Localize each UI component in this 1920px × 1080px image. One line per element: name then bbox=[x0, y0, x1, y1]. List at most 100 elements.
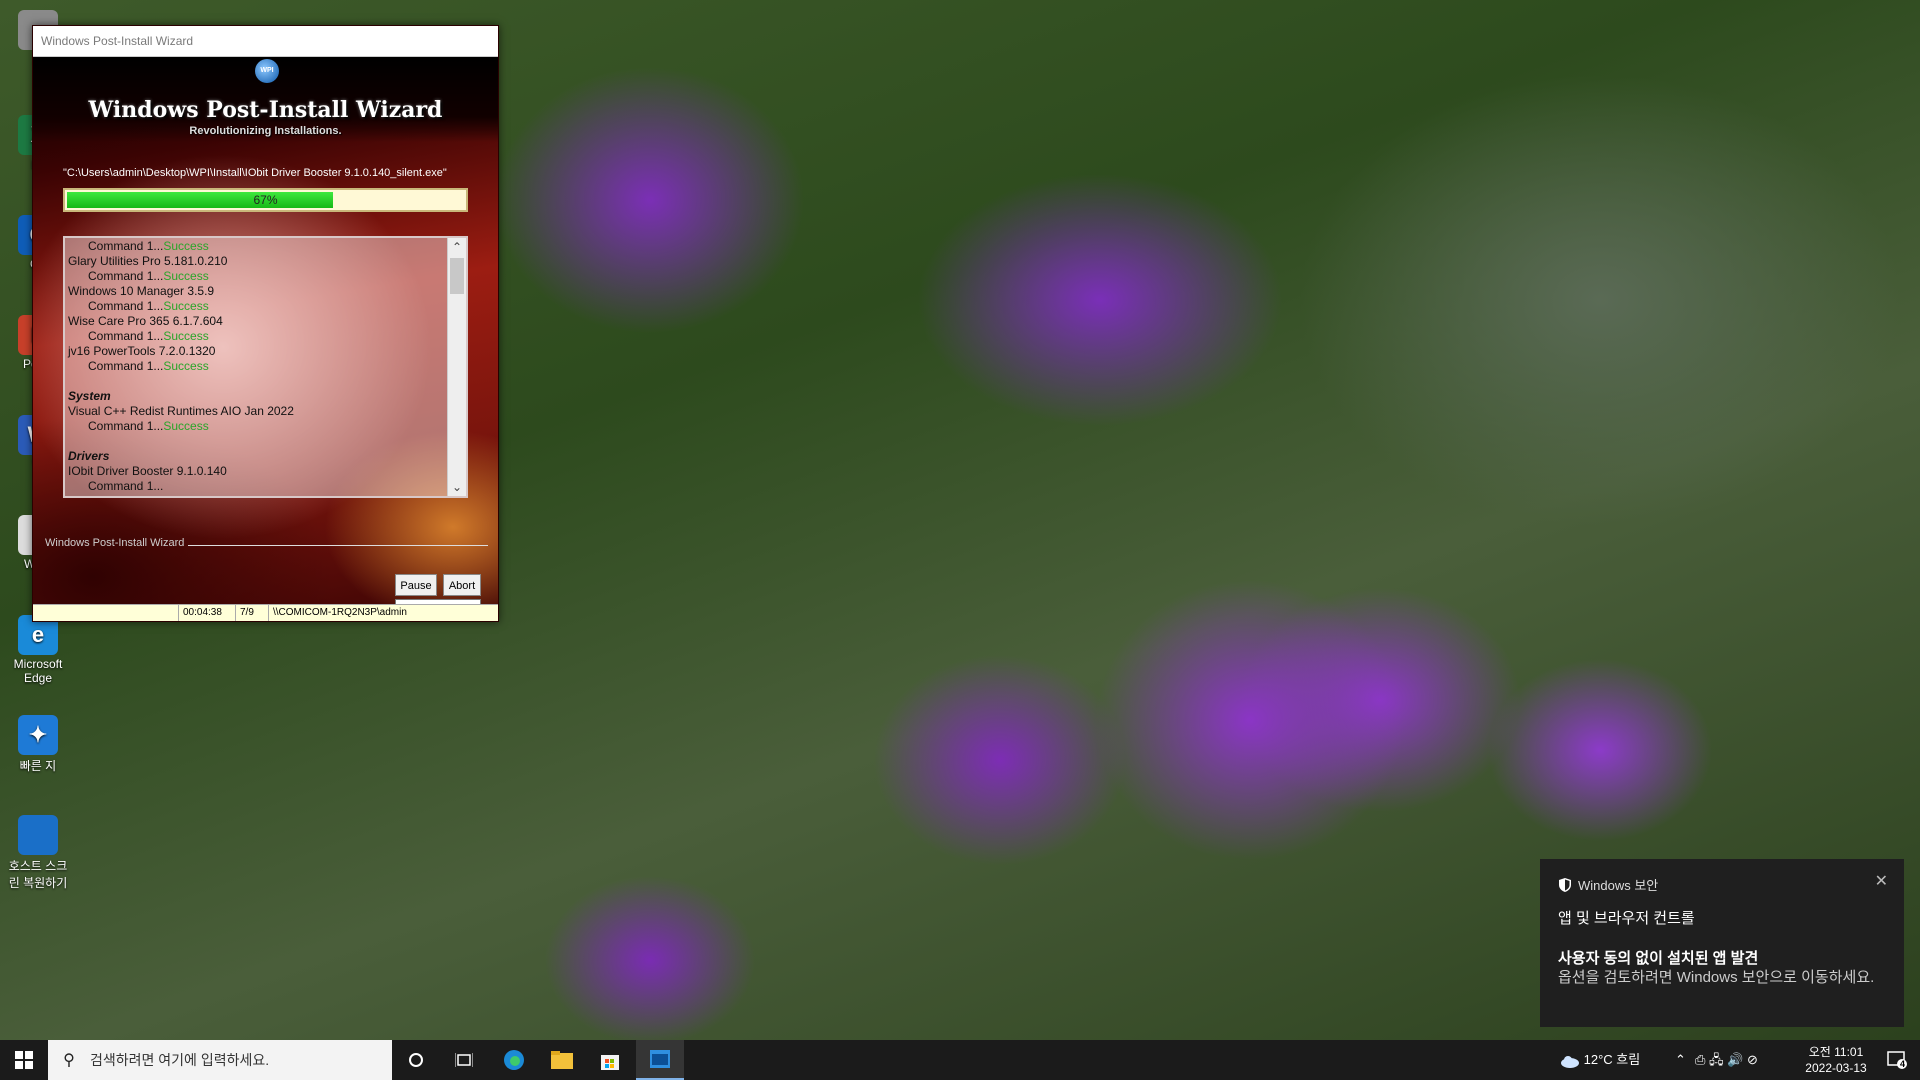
search-box[interactable]: ⚲ 검색하려면 여기에 입력하세요. bbox=[48, 1040, 392, 1080]
log-text: Command 1... bbox=[88, 329, 164, 343]
security-toast[interactable]: Windows 보안 ✕ 앱 및 브라우저 컨트롤 사용자 동의 없이 설치된 … bbox=[1540, 859, 1904, 1027]
taskbar: ⚲ 검색하려면 여기에 입력하세요. 12°C 흐림 ⌃ ⎙ 🖧 🔊 ⊘ 오전 … bbox=[0, 1040, 1920, 1080]
toast-header: Windows 보안 bbox=[1558, 875, 1658, 894]
toast-heading: 앱 및 브라우저 컨트롤 bbox=[1558, 910, 1695, 927]
cortana-button[interactable] bbox=[392, 1040, 440, 1080]
log-text: Command 1... bbox=[88, 419, 164, 433]
scroll-up-icon[interactable]: ⌃ bbox=[448, 238, 466, 256]
desktop-app-icon bbox=[18, 815, 58, 855]
install-log[interactable]: Command 1...Success Glary Utilities Pro 5… bbox=[63, 236, 468, 498]
taskbar-store[interactable] bbox=[586, 1040, 634, 1080]
wpi-app-icon bbox=[650, 1050, 670, 1068]
install-count: 7/9 bbox=[235, 605, 268, 621]
desktop-icon-label: 호스트 스크린 복원하기 bbox=[8, 859, 68, 890]
taskbar-wpi[interactable] bbox=[636, 1040, 684, 1080]
separator-line bbox=[188, 545, 488, 546]
log-line: IObit Driver Booster 9.1.0.140 bbox=[68, 464, 446, 479]
log-line: Command 1...Success bbox=[68, 269, 446, 284]
edge-icon bbox=[504, 1050, 524, 1070]
log-text: jv16 PowerTools 7.2.0.1320 bbox=[68, 344, 216, 358]
log-line: Windows 10 Manager 3.5.9 bbox=[68, 284, 446, 299]
elapsed-time: 00:04:38 bbox=[178, 605, 235, 621]
notification-count: 4 bbox=[1899, 1059, 1905, 1069]
log-line: Command 1...Success bbox=[68, 329, 446, 344]
log-scrollbar[interactable]: ⌃ ⌄ bbox=[447, 238, 466, 496]
log-status: Success bbox=[163, 239, 209, 253]
wpi-logo-icon: WPI bbox=[255, 59, 279, 83]
abort-button[interactable]: Abort bbox=[443, 574, 481, 596]
log-text: System bbox=[68, 389, 111, 403]
action-center-button[interactable]: 4 bbox=[1880, 1040, 1914, 1080]
taskbar-edge[interactable] bbox=[490, 1040, 538, 1080]
clock[interactable]: 오전 11:01 2022-03-13 bbox=[1796, 1044, 1876, 1076]
logo-title: Windows Post-Install Wizard bbox=[88, 97, 443, 123]
window-title[interactable]: Windows Post-Install Wizard bbox=[33, 26, 498, 57]
log-status: Success bbox=[163, 299, 209, 313]
scroll-thumb[interactable] bbox=[450, 258, 464, 294]
close-icon[interactable]: ✕ bbox=[1875, 871, 1888, 891]
status-bar: 00:04:38 7/9 \\COMICOM-1RQ2N3P\admin bbox=[33, 604, 498, 621]
device-icon: ⎙ bbox=[1695, 1052, 1706, 1067]
log-line: Command 1... bbox=[68, 479, 446, 494]
log-text: Glary Utilities Pro 5.181.0.210 bbox=[68, 254, 228, 268]
log-category: Drivers bbox=[68, 449, 446, 464]
clock-time: 오전 11:01 bbox=[1808, 1045, 1864, 1059]
user-name: \\COMICOM-1RQ2N3P\admin bbox=[268, 605, 473, 621]
task-view-icon bbox=[455, 1053, 473, 1067]
shield-icon bbox=[1559, 877, 1571, 892]
toast-app-name: Windows 보안 bbox=[1578, 878, 1659, 893]
log-text: Command 1... bbox=[88, 479, 164, 493]
logo-subtitle: Revolutionizing Installations. bbox=[189, 125, 342, 137]
tray-icons[interactable]: ⎙ 🖧 🔊 ⊘ bbox=[1695, 1040, 1758, 1080]
task-view-button[interactable] bbox=[440, 1040, 488, 1080]
network-icon[interactable]: 🖧 bbox=[1709, 1052, 1724, 1067]
log-status: Success bbox=[163, 419, 209, 433]
log-text: Drivers bbox=[68, 449, 110, 463]
desktop-app-icon: ✦ bbox=[18, 715, 58, 755]
show-hidden-icons[interactable]: ⌃ bbox=[1675, 1040, 1686, 1080]
cortana-icon bbox=[409, 1053, 423, 1067]
toast-body: 옵션을 검토하려면 Windows 보안으로 이동하세요. bbox=[1558, 969, 1875, 986]
log-text: Windows 10 Manager 3.5.9 bbox=[68, 284, 215, 298]
log-line: Command 1...Success bbox=[68, 239, 446, 254]
security-status-icon[interactable]: ⊘ bbox=[1747, 1052, 1758, 1067]
weather-widget[interactable]: 12°C 흐림 bbox=[1560, 1040, 1640, 1080]
log-text: Command 1... bbox=[88, 269, 164, 283]
desktop-icon[interactable]: e Microsoft Edge bbox=[8, 615, 68, 685]
weather-text: 12°C 흐림 bbox=[1583, 1052, 1641, 1067]
log-text: IObit Driver Booster 9.1.0.140 bbox=[68, 464, 227, 478]
separator-label: Windows Post-Install Wizard bbox=[45, 537, 185, 549]
search-icon: ⚲ bbox=[63, 1052, 75, 1069]
cloud-icon bbox=[1561, 1055, 1579, 1068]
log-line: jv16 PowerTools 7.2.0.1320 bbox=[68, 344, 446, 359]
log-text: Command 1... bbox=[88, 359, 164, 373]
logo: WPI Windows Post-Install Wizard Revoluti… bbox=[33, 57, 498, 142]
desktop-icon-label: Microsoft Edge bbox=[13, 657, 63, 685]
log-status: Success bbox=[163, 269, 209, 283]
log-text: Visual C++ Redist Runtimes AIO Jan 2022 bbox=[68, 404, 294, 418]
log-line: Command 1...Success bbox=[68, 359, 446, 374]
scroll-down-icon[interactable]: ⌄ bbox=[448, 478, 466, 496]
desktop-icon[interactable]: ✦ 빠른 지 bbox=[8, 715, 68, 774]
wpi-window: Windows Post-Install Wizard WPI Windows … bbox=[32, 25, 499, 622]
windows-icon bbox=[15, 1051, 33, 1069]
log-line: Command 1...Success bbox=[68, 419, 446, 434]
pause-button[interactable]: Pause bbox=[395, 574, 437, 596]
log-text: Wise Care Pro 365 6.1.7.604 bbox=[68, 314, 223, 328]
toast-title: 사용자 동의 없이 설치된 앱 발견 bbox=[1558, 950, 1759, 967]
log-status: Success bbox=[163, 329, 209, 343]
clock-date: 2022-03-13 bbox=[1805, 1061, 1867, 1075]
log-line: Wise Care Pro 365 6.1.7.604 bbox=[68, 314, 446, 329]
log-line: Command 1...Success bbox=[68, 299, 446, 314]
log-lines: Command 1...Success Glary Utilities Pro 5… bbox=[68, 239, 446, 494]
log-category: System bbox=[68, 389, 446, 404]
log-status: Success bbox=[163, 359, 209, 373]
log-text: Command 1... bbox=[88, 299, 164, 313]
log-text: Command 1... bbox=[88, 239, 164, 253]
start-button[interactable] bbox=[0, 1040, 48, 1080]
wizard-body: WPI Windows Post-Install Wizard Revoluti… bbox=[33, 57, 498, 621]
volume-icon[interactable]: 🔊 bbox=[1727, 1052, 1743, 1067]
desktop-icon[interactable]: 호스트 스크린 복원하기 bbox=[8, 815, 68, 891]
log-line: Glary Utilities Pro 5.181.0.210 bbox=[68, 254, 446, 269]
taskbar-file-explorer[interactable] bbox=[538, 1040, 586, 1080]
